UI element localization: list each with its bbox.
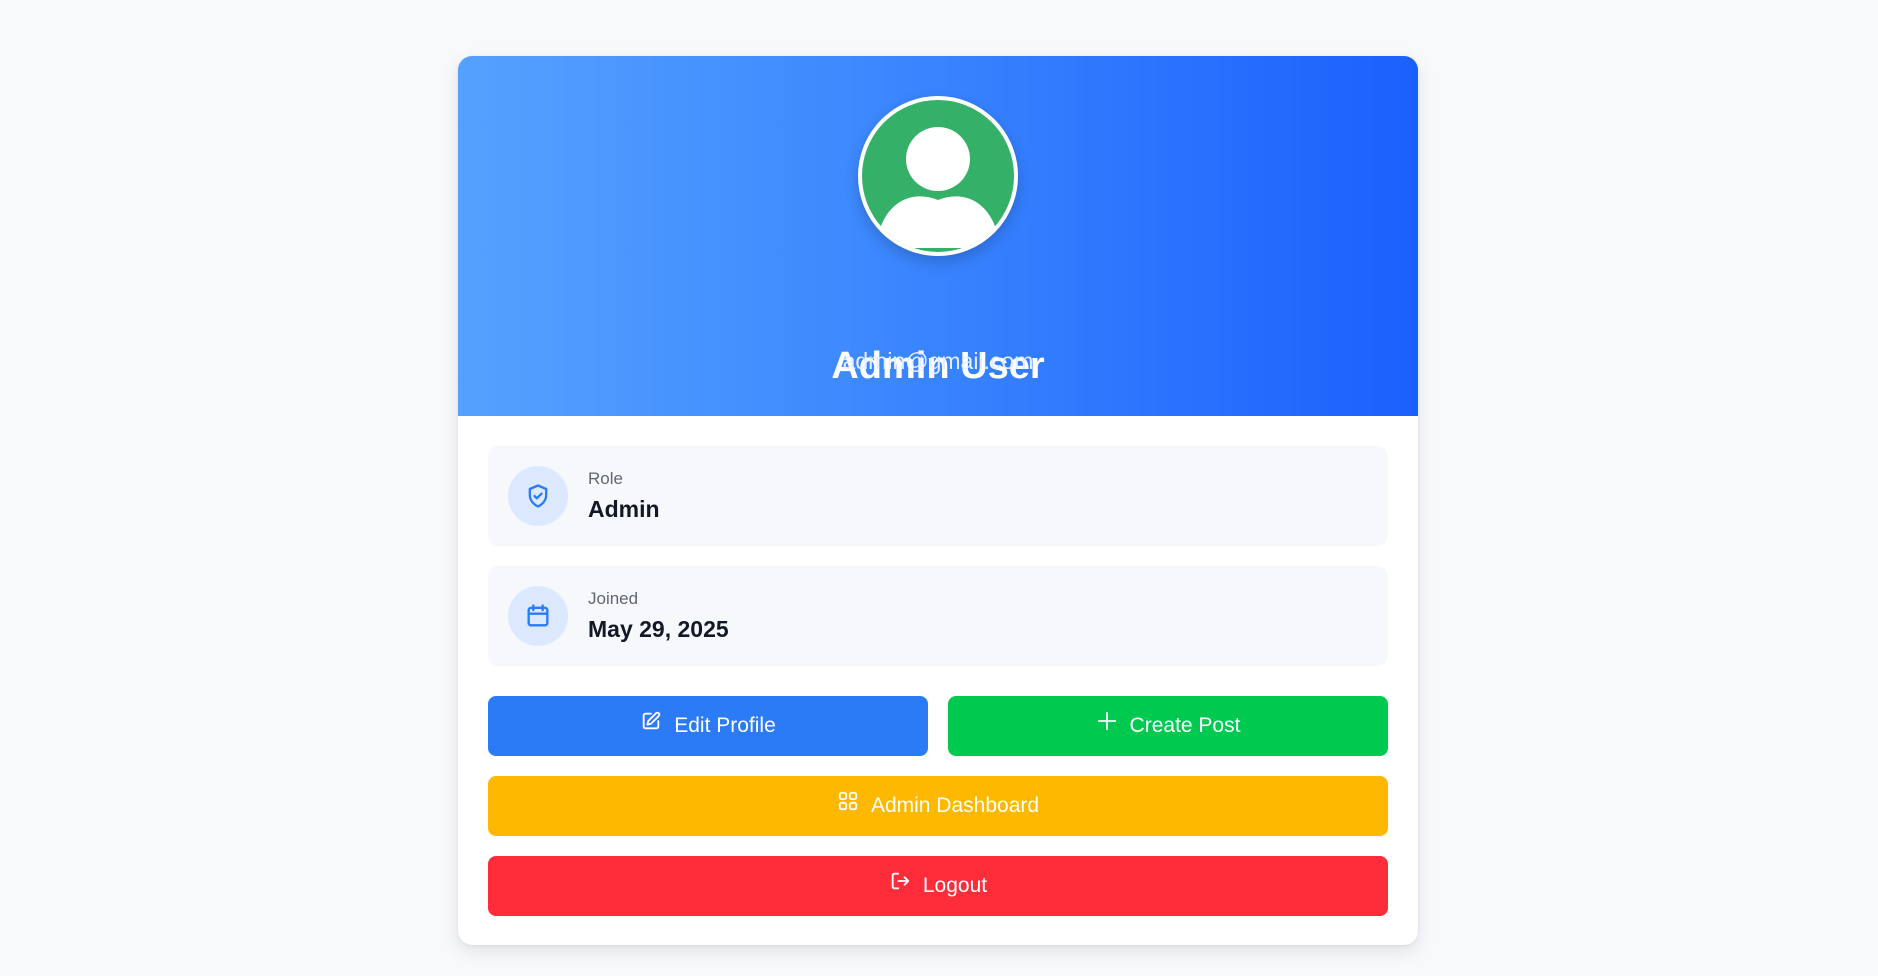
create-post-button[interactable]: Create Post [948, 696, 1388, 756]
user-avatar-icon [858, 96, 1018, 256]
profile-card: Admin User admin@gmail.com Role Admin Jo… [458, 56, 1418, 945]
create-post-label: Create Post [1129, 714, 1241, 737]
dashboard-grid-icon [837, 776, 859, 836]
role-label: Role [588, 469, 623, 488]
admin-dashboard-label: Admin Dashboard [870, 794, 1040, 817]
info-row-role: Role Admin [488, 446, 1388, 546]
logout-label: Logout [922, 874, 988, 897]
joined-label: Joined [588, 589, 639, 608]
plus-icon [1096, 696, 1118, 756]
profile-email: admin@gmail.com [842, 348, 1034, 374]
edit-icon [640, 696, 662, 756]
admin-dashboard-button[interactable]: Admin Dashboard [488, 776, 1388, 836]
calendar-icon [508, 586, 568, 646]
joined-value: May 29, 2025 [588, 616, 729, 642]
logout-button[interactable]: Logout [488, 856, 1388, 916]
edit-profile-label: Edit Profile [674, 714, 776, 737]
edit-profile-button[interactable]: Edit Profile [488, 696, 928, 756]
role-value: Admin [588, 496, 660, 522]
info-row-joined: Joined May 29, 2025 [488, 566, 1388, 666]
shield-check-icon [508, 466, 568, 526]
logout-icon [889, 856, 911, 916]
